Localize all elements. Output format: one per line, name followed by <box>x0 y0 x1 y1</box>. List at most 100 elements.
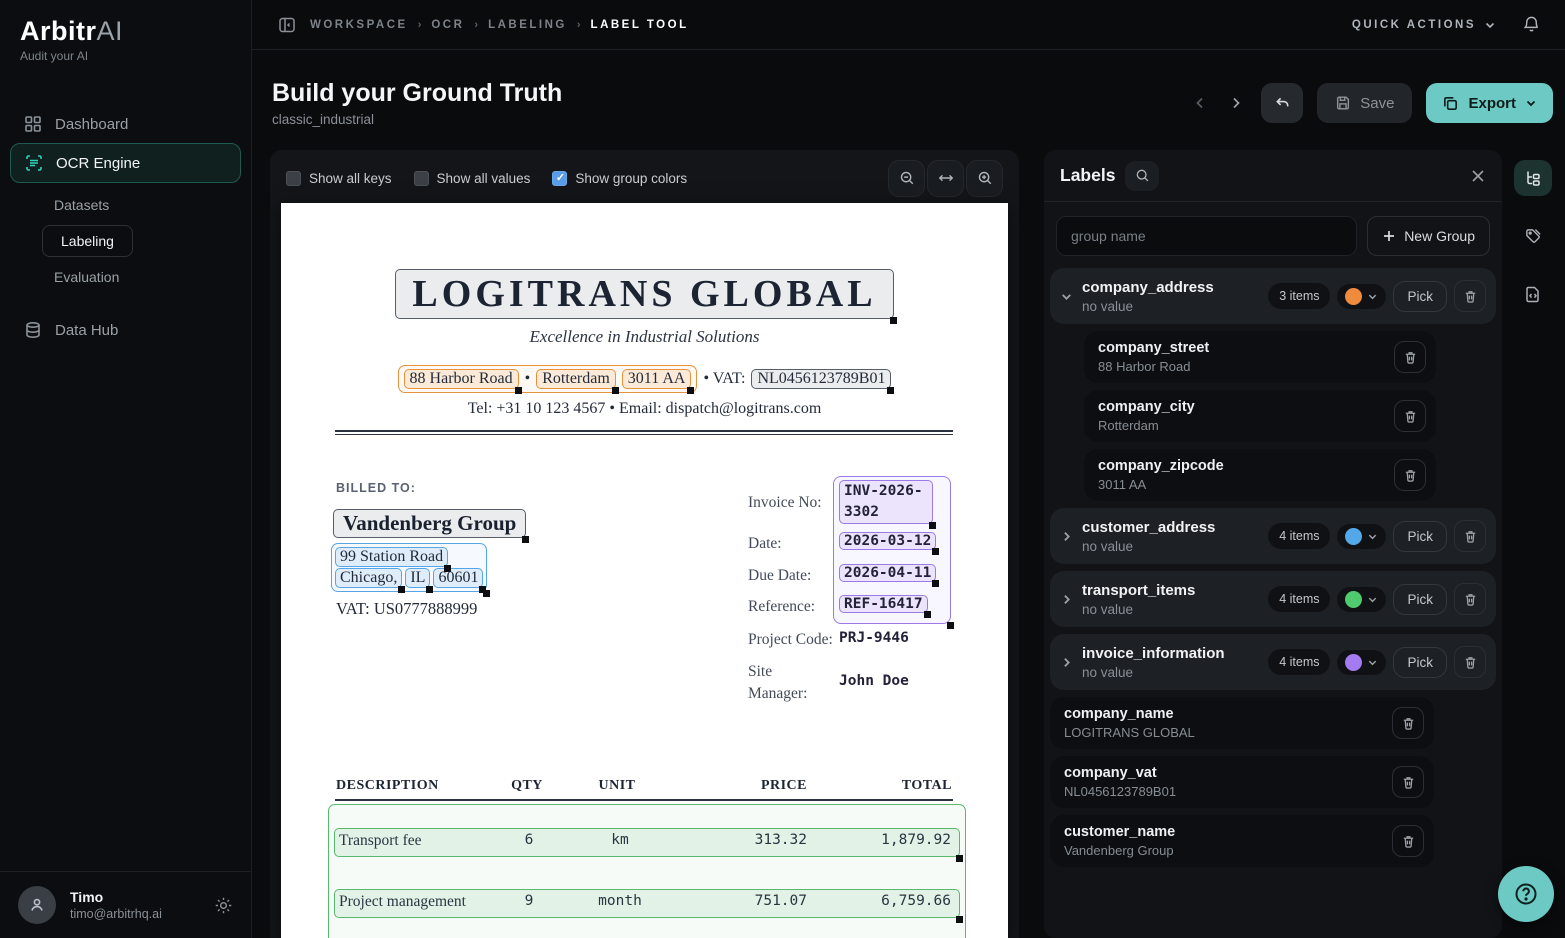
company-address-group-annotation[interactable]: 88 Harbor Road • Rotterdam 3011 AA <box>397 365 698 394</box>
resize-handle[interactable] <box>444 565 452 572</box>
customer-name-annotation[interactable]: Vandenberg Group <box>333 509 530 543</box>
sidebar-item-evaluation[interactable]: Evaluation <box>42 261 241 293</box>
delete-label-button[interactable] <box>1394 400 1426 432</box>
prev-document-button[interactable] <box>1189 92 1211 114</box>
resize-handle[interactable] <box>887 387 895 394</box>
notifications-bell-icon[interactable] <box>1522 15 1541 34</box>
resize-handle[interactable] <box>932 548 940 555</box>
label-row-company-city[interactable]: company_city Rotterdam <box>1084 390 1436 442</box>
sidebar-item-datasets[interactable]: Datasets <box>42 189 241 221</box>
pick-button[interactable]: Pick <box>1393 280 1447 312</box>
customer-zip-annotation[interactable]: 60601 <box>433 568 487 593</box>
label-tree-tool-button[interactable] <box>1514 160 1552 196</box>
label-row-customer-name[interactable]: customer_name Vandenberg Group <box>1050 815 1434 867</box>
breadcrumb-labeling[interactable]: LABELING <box>488 19 567 31</box>
invoice-no-annotation[interactable]: INV-2026-3302 <box>839 480 936 530</box>
group-name-input[interactable] <box>1056 216 1358 256</box>
invoice-document[interactable]: LOGITRANS GLOBAL Excellence in Industria… <box>281 203 1008 938</box>
resize-handle[interactable] <box>932 580 940 587</box>
delete-label-button[interactable] <box>1392 825 1424 857</box>
delete-label-button[interactable] <box>1394 341 1426 373</box>
undo-button[interactable] <box>1261 83 1304 123</box>
table-row-annotation[interactable]: Project management 9 month 751.07 6,759.… <box>334 889 963 923</box>
checkbox-show-all-keys[interactable] <box>286 170 301 186</box>
customer-city-annotation[interactable]: Chicago, <box>335 568 406 593</box>
new-group-button[interactable]: New Group <box>1367 216 1490 256</box>
resize-handle[interactable] <box>398 586 406 593</box>
resize-handle[interactable] <box>611 387 619 394</box>
next-document-button[interactable] <box>1225 92 1247 114</box>
group-color-picker[interactable] <box>1337 586 1387 612</box>
label-row-company-name[interactable]: company_name LOGITRANS GLOBAL <box>1050 697 1434 749</box>
zoom-out-button[interactable] <box>888 159 925 197</box>
export-button[interactable]: Export <box>1426 83 1553 123</box>
search-labels-button[interactable] <box>1125 160 1160 191</box>
breadcrumb-ocr[interactable]: OCR <box>431 19 464 31</box>
delete-group-button[interactable] <box>1454 520 1486 552</box>
group-row-invoice-information[interactable]: invoice_information no value 4 items Pic… <box>1050 634 1496 690</box>
resize-handle[interactable] <box>947 622 954 629</box>
sidebar-item-data-hub[interactable]: Data Hub <box>10 311 241 349</box>
tags-tool-button[interactable] <box>1514 218 1552 254</box>
resize-handle[interactable] <box>956 916 963 923</box>
resize-handle[interactable] <box>426 586 434 593</box>
chevron-down-icon[interactable] <box>1060 290 1082 303</box>
delete-label-button[interactable] <box>1394 459 1426 491</box>
fit-width-button[interactable] <box>927 159 964 197</box>
show-all-values-toggle[interactable]: Show all values <box>413 170 530 186</box>
group-color-picker[interactable] <box>1337 523 1387 549</box>
chevron-right-icon[interactable] <box>1060 530 1082 543</box>
chevron-right-icon[interactable] <box>1060 593 1082 606</box>
resize-handle[interactable] <box>889 317 897 324</box>
group-row-customer-address[interactable]: customer_address no value 4 items Pick <box>1050 508 1496 564</box>
sidebar-item-labeling[interactable]: Labeling <box>42 225 133 257</box>
customer-street-annotation[interactable]: 99 Station Road <box>335 547 452 572</box>
delete-group-button[interactable] <box>1454 583 1486 615</box>
sidebar-item-dashboard[interactable]: Dashboard <box>10 105 241 143</box>
delete-group-button[interactable] <box>1454 646 1486 678</box>
save-button[interactable]: Save <box>1317 83 1413 123</box>
label-row-company-street[interactable]: company_street 88 Harbor Road <box>1084 331 1436 383</box>
company-name-annotation[interactable]: LOGITRANS GLOBAL <box>395 269 897 324</box>
pick-button[interactable]: Pick <box>1393 583 1447 615</box>
company-city-annotation[interactable]: Rotterdam <box>536 369 619 394</box>
invoice-date-annotation[interactable]: 2026-03-12 <box>839 532 940 555</box>
group-row-company-address[interactable]: company_address no value 3 items Pick <box>1050 268 1496 324</box>
checkbox-show-group-colors[interactable] <box>552 170 568 186</box>
customer-state-annotation[interactable]: IL <box>405 568 434 593</box>
sidebar-item-ocr-engine[interactable]: OCR Engine <box>10 143 241 183</box>
delete-label-button[interactable] <box>1392 766 1424 798</box>
resize-handle[interactable] <box>929 522 936 530</box>
user-section[interactable]: Timo timo@arbitrhq.ai <box>0 871 251 938</box>
transport-items-group-annotation[interactable]: Transport fee 6 km 313.32 1,879.92 Proje… <box>328 804 966 938</box>
label-row-company-vat[interactable]: company_vat NL0456123789B01 <box>1050 756 1434 808</box>
label-row-company-zipcode[interactable]: company_zipcode 3011 AA <box>1084 449 1436 501</box>
resize-handle[interactable] <box>483 590 491 597</box>
zoom-in-button[interactable] <box>966 159 1003 197</box>
company-street-annotation[interactable]: 88 Harbor Road <box>403 369 522 394</box>
customer-address-group-annotation[interactable]: 99 Station Road Chicago, IL 60601 <box>331 543 491 597</box>
resize-handle[interactable] <box>923 611 931 618</box>
close-panel-button[interactable] <box>1470 168 1486 184</box>
company-vat-annotation[interactable]: NL0456123789B01 <box>751 369 895 394</box>
help-button[interactable] <box>1498 866 1554 922</box>
reference-annotation[interactable]: REF-16417 <box>839 595 931 618</box>
quick-actions-menu[interactable]: QUICK ACTIONS <box>1352 19 1496 31</box>
gear-icon[interactable] <box>214 896 233 915</box>
group-row-transport-items[interactable]: transport_items no value 4 items Pick <box>1050 571 1496 627</box>
resize-handle[interactable] <box>956 855 963 862</box>
due-date-annotation[interactable]: 2026-04-11 <box>839 564 940 587</box>
pick-button[interactable]: Pick <box>1393 646 1447 678</box>
resize-handle[interactable] <box>687 387 695 394</box>
group-color-picker[interactable] <box>1337 283 1387 309</box>
chevron-right-icon[interactable] <box>1060 656 1082 669</box>
table-row-annotation[interactable]: Transport fee 6 km 313.32 1,879.92 <box>334 828 963 862</box>
delete-group-button[interactable] <box>1454 280 1486 312</box>
delete-label-button[interactable] <box>1392 707 1424 739</box>
resize-handle[interactable] <box>514 387 522 394</box>
document-tool-button[interactable] <box>1514 276 1552 312</box>
pick-button[interactable]: Pick <box>1393 520 1447 552</box>
sidebar-toggle-icon[interactable] <box>276 14 298 36</box>
company-zipcode-annotation[interactable]: 3011 AA <box>621 369 695 394</box>
checkbox-show-all-values[interactable] <box>413 170 429 186</box>
